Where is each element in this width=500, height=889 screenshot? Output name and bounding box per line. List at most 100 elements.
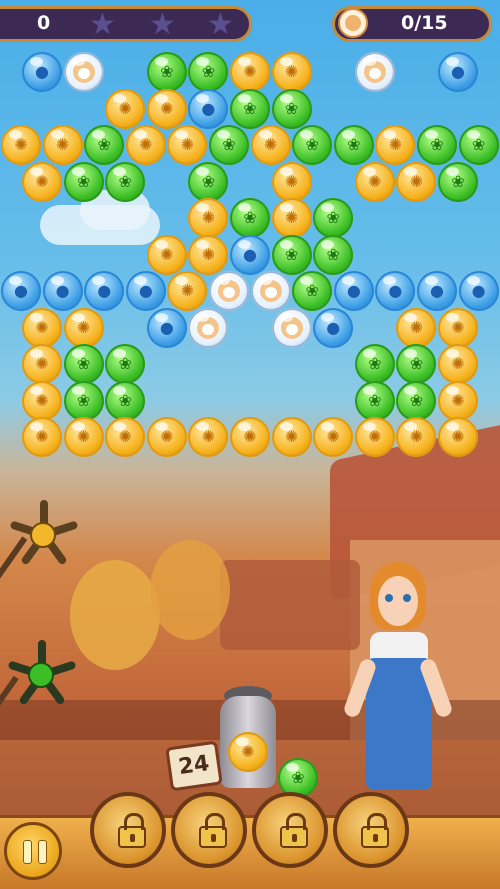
orange-bubble: ✺ [22, 417, 62, 457]
sun-icon: ✺ [451, 427, 465, 446]
locked-booster-3[interactable] [252, 792, 328, 868]
current-bubble: ✺ [228, 732, 268, 772]
sun-icon: ✺ [76, 427, 91, 446]
blue-bubble: ● [1, 271, 41, 311]
blue-bubble: ● [375, 271, 416, 311]
barn-house [220, 560, 360, 650]
orange-bubble: ✺ [146, 234, 187, 275]
orange-bubble: ✺ [188, 198, 229, 238]
sun-icon: ✺ [368, 171, 382, 191]
locked-booster-1[interactable] [90, 792, 166, 868]
orange-bubble: ✺ [22, 344, 62, 384]
sun-icon: ✺ [118, 98, 132, 118]
green-bubble: ❀ [313, 198, 354, 238]
star-icon: ★ [149, 7, 176, 42]
green-bubble: ❀ [458, 125, 499, 165]
sun-icon: ✺ [263, 135, 278, 154]
green-bubble: ❀ [313, 234, 354, 275]
green-bubble: ❀ [292, 271, 333, 311]
leaf-icon: ❀ [160, 62, 174, 81]
leaf-icon: ❀ [118, 171, 132, 191]
pause-button[interactable] [4, 822, 62, 880]
leaf-icon: ❀ [76, 171, 91, 191]
leaf-icon: ❀ [243, 208, 257, 227]
puppy-bubble [250, 271, 291, 311]
leaf-icon: ❀ [97, 135, 111, 154]
orange-bubble: ✺ [22, 161, 62, 202]
sun-icon: ✺ [201, 208, 216, 227]
sun-icon: ✺ [35, 317, 49, 337]
green-bubble: ❀ [230, 88, 270, 129]
dog-face-icon [197, 316, 220, 339]
green-bubble: ❀ [396, 344, 437, 384]
sun-icon: ✺ [284, 62, 299, 81]
goal-progress: 0/15 [401, 12, 448, 34]
star-icon: ★ [89, 7, 116, 42]
dog-face-icon [338, 8, 368, 38]
locked-booster-4[interactable] [333, 792, 409, 868]
water-drop-icon: ● [326, 317, 341, 337]
leaf-icon: ❀ [368, 390, 382, 410]
sun-icon: ✺ [451, 317, 465, 337]
water-drop-icon: ● [471, 281, 486, 300]
green-bubble: ❀ [209, 125, 249, 165]
blue-bubble: ● [230, 234, 270, 275]
sun-icon: ✺ [35, 390, 49, 410]
water-drop-icon: ● [451, 62, 465, 81]
blue-bubble: ● [458, 271, 499, 311]
green-bubble: ❀ [63, 161, 104, 202]
green-bubble: ❀ [333, 125, 374, 165]
sun-icon: ✺ [284, 171, 299, 191]
green-bubble: ❀ [188, 52, 229, 92]
sun-icon: ✺ [160, 98, 174, 118]
water-drop-icon: ● [430, 281, 444, 300]
pause-icon [38, 840, 47, 864]
dog-face-icon [280, 316, 303, 339]
orange-bubble: ✺ [146, 88, 187, 129]
sun-icon: ✺ [180, 281, 195, 300]
sun-icon: ✺ [284, 208, 299, 227]
leaf-icon: ❀ [284, 98, 299, 118]
orange-bubble: ✺ [146, 417, 187, 457]
sun-icon: ✺ [160, 244, 174, 264]
blue-bubble: ● [417, 271, 457, 311]
sun-icon: ✺ [243, 62, 257, 81]
spinner-green [6, 640, 77, 710]
locked-booster-2[interactable] [171, 792, 247, 868]
water-drop-icon: ● [97, 281, 112, 300]
green-bubble: ❀ [396, 380, 437, 421]
leaf-icon: ❀ [409, 354, 424, 373]
orange-bubble: ✺ [22, 307, 62, 348]
orange-bubble: ✺ [354, 161, 395, 202]
orange-bubble: ✺ [230, 417, 270, 457]
girl-character [342, 562, 454, 790]
leaf-icon: ❀ [243, 98, 257, 118]
dog-face-icon [218, 280, 240, 302]
lock-icon [118, 813, 146, 848]
sun-icon: ✺ [180, 135, 195, 154]
green-bubble: ❀ [417, 125, 457, 165]
puppy-bubble [354, 52, 395, 92]
green-bubble: ❀ [84, 125, 125, 165]
sun-icon: ✺ [139, 135, 153, 154]
orange-bubble: ✺ [125, 125, 166, 165]
leaf-icon: ❀ [118, 354, 132, 373]
orange-bubble: ✺ [63, 417, 104, 457]
orange-bubble: ✺ [250, 125, 291, 165]
sun-icon: ✺ [451, 390, 465, 410]
leaf-icon: ❀ [368, 354, 382, 373]
orange-bubble: ✺ [230, 52, 270, 92]
orange-bubble: ✺ [188, 234, 229, 275]
orange-bubble: ✺ [271, 161, 312, 202]
leaf-icon: ❀ [76, 390, 91, 410]
game-scene[interactable]: 0 ★ ★ ★ 0/15 ● ❀ ❀ ✺ ✺ ● ✺ ✺ ● ❀ ❀ ✺ ✺ ❀ ✺ ✺ ❀ ✺ ❀ ❀ ✺ ❀ ❀ ✺ ❀ ❀ ❀… [0, 0, 500, 889]
orange-bubble: ✺ [167, 125, 208, 165]
sun-icon: ✺ [14, 135, 28, 154]
moves-left-counter: 24 [165, 740, 223, 792]
sun-icon: ✺ [35, 427, 49, 446]
green-bubble: ❀ [354, 344, 395, 384]
water-drop-icon: ● [346, 281, 361, 300]
blue-bubble: ● [22, 52, 62, 92]
green-bubble: ❀ [105, 380, 146, 421]
blue-bubble: ● [438, 52, 478, 92]
